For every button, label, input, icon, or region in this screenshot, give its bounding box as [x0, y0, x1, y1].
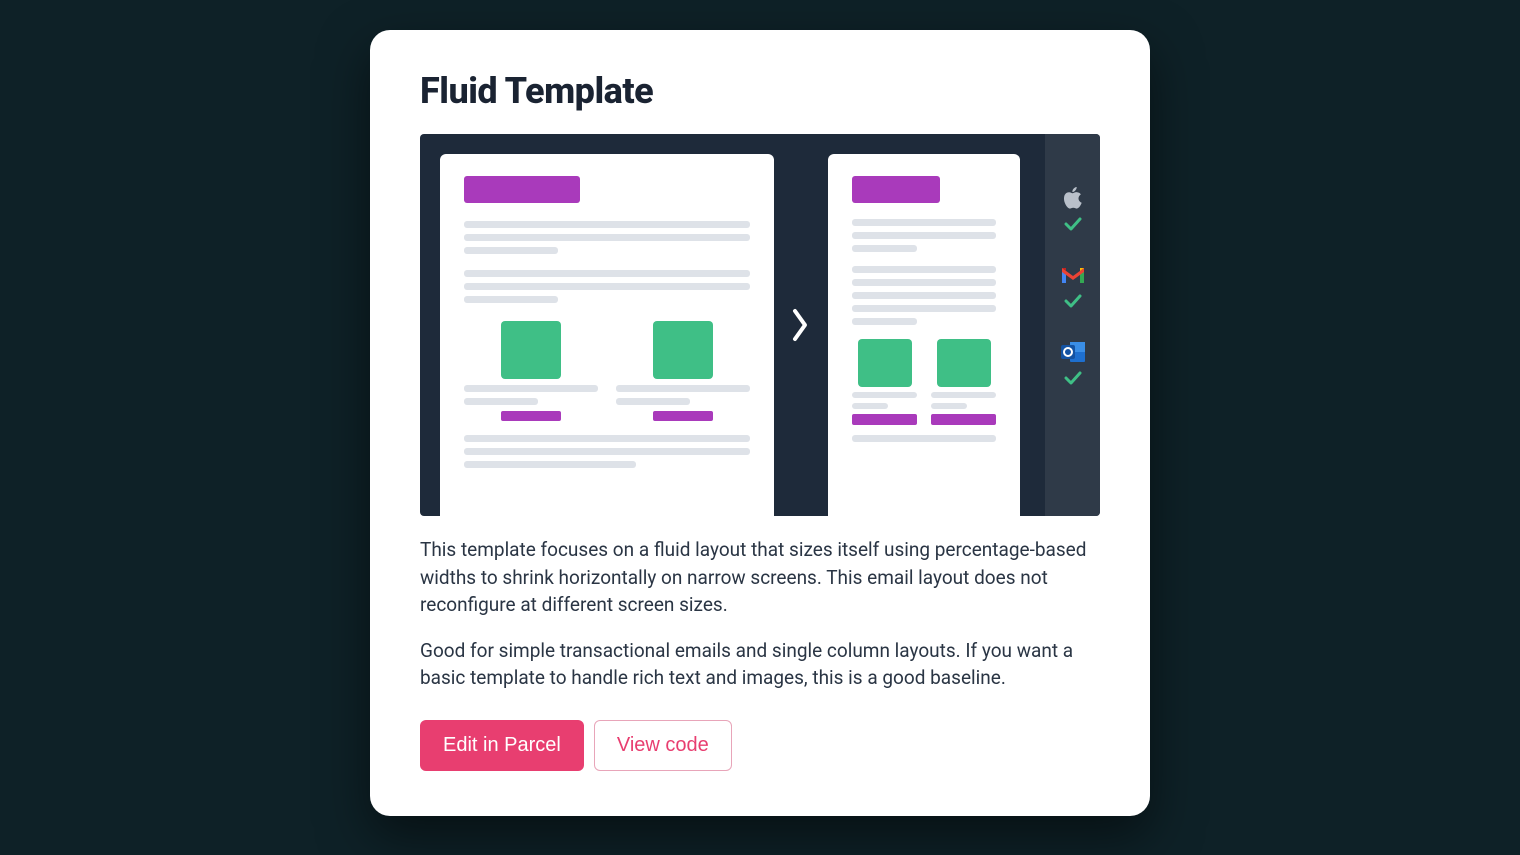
preview-wide-doc — [440, 154, 774, 516]
placeholder-image — [937, 339, 991, 387]
placeholder-line — [464, 385, 598, 392]
placeholder-line — [464, 398, 538, 405]
placeholder-image — [501, 321, 561, 379]
placeholder-line — [852, 266, 996, 273]
card-description: This template focuses on a fluid layout … — [420, 536, 1100, 619]
placeholder-line — [931, 403, 967, 409]
placeholder-image — [653, 321, 713, 379]
check-icon — [1064, 370, 1082, 389]
chevron-right-icon — [791, 307, 811, 343]
placeholder-column — [931, 339, 996, 425]
placeholder-line — [464, 221, 750, 228]
placeholder-column — [464, 321, 598, 421]
placeholder-heading — [464, 176, 580, 203]
placeholder-line — [852, 219, 996, 226]
compatibility-sidebar — [1045, 134, 1100, 516]
placeholder-column — [852, 339, 917, 425]
placeholder-line — [852, 292, 996, 299]
template-card: Fluid Template — [370, 30, 1150, 816]
button-row: Edit in Parcel View code — [420, 720, 1100, 771]
placeholder-line — [852, 435, 996, 442]
placeholder-line — [852, 279, 996, 286]
edit-in-parcel-button[interactable]: Edit in Parcel — [420, 720, 584, 771]
placeholder-button — [931, 414, 996, 425]
placeholder-line — [464, 435, 750, 442]
placeholder-line — [852, 392, 917, 398]
placeholder-line — [852, 318, 917, 325]
placeholder-line — [464, 270, 750, 277]
placeholder-line — [616, 398, 690, 405]
placeholder-line — [464, 234, 750, 241]
placeholder-line — [852, 403, 888, 409]
placeholder-line — [464, 296, 558, 303]
outlook-icon — [1059, 338, 1087, 366]
card-title: Fluid Template — [420, 70, 1100, 112]
view-code-button[interactable]: View code — [594, 720, 732, 771]
gmail-icon — [1059, 261, 1087, 289]
placeholder-line — [616, 385, 750, 392]
placeholder-column — [616, 321, 750, 421]
placeholder-line — [464, 461, 636, 468]
placeholder-line — [852, 232, 996, 239]
placeholder-line — [931, 392, 996, 398]
template-illustration — [420, 134, 1100, 516]
placeholder-heading — [852, 176, 940, 203]
apple-icon — [1059, 184, 1087, 212]
placeholder-line — [852, 305, 996, 312]
placeholder-line — [852, 245, 917, 252]
check-icon — [1064, 216, 1082, 235]
placeholder-button — [653, 411, 713, 421]
preview-narrow-doc — [828, 154, 1020, 516]
check-icon — [1064, 293, 1082, 312]
placeholder-line — [464, 283, 750, 290]
placeholder-line — [464, 448, 750, 455]
placeholder-button — [852, 414, 917, 425]
card-description: Good for simple transactional emails and… — [420, 637, 1100, 692]
placeholder-button — [501, 411, 561, 421]
placeholder-image — [858, 339, 912, 387]
placeholder-line — [464, 247, 558, 254]
